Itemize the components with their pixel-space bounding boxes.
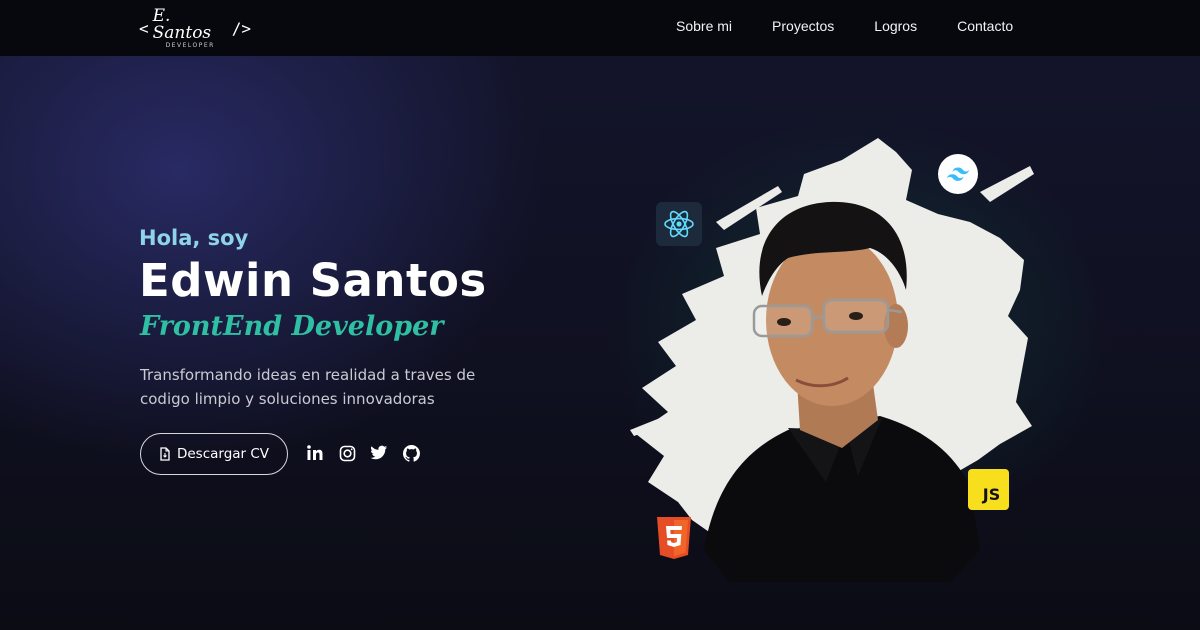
nav-link-contacto[interactable]: Contacto [957, 18, 1013, 34]
hero-greeting: Hola, soy [139, 226, 249, 250]
nav-link-proyectos[interactable]: Proyectos [772, 18, 834, 34]
download-cv-button[interactable]: Descargar CV [140, 433, 288, 475]
logo-subtitle: DEVELOPER [165, 41, 215, 49]
logo-name: E. Santos [152, 5, 212, 43]
twitter-icon[interactable] [370, 444, 388, 462]
react-icon [656, 202, 702, 246]
instagram-icon[interactable] [338, 444, 356, 462]
hero-role: FrontEnd Developer [140, 311, 444, 342]
brush-fragment [980, 166, 1034, 202]
social-links [306, 444, 420, 462]
linkedin-icon[interactable] [306, 444, 324, 462]
hero-description: Transformando ideas en realidad a traves… [140, 366, 476, 408]
nav-link-sobre-mi[interactable]: Sobre mi [676, 18, 732, 34]
js-label: JS [982, 485, 1001, 504]
logo-left-bracket: < [139, 18, 149, 38]
tailwind-icon [938, 154, 978, 194]
logo-right-bracket: /> [231, 18, 251, 38]
js-icon: JS [968, 469, 1009, 510]
site-header: < E. Santos DEVELOPER /> Sobre mi Proyec… [0, 0, 1200, 56]
hero-name: Edwin Santos [139, 254, 487, 307]
main-nav: Sobre mi Proyectos Logros Contacto [676, 18, 1013, 34]
github-icon[interactable] [402, 444, 420, 462]
logo-text: E. Santos DEVELOPER [152, 5, 228, 49]
document-icon [160, 447, 170, 461]
nav-link-logros[interactable]: Logros [874, 18, 917, 34]
download-cv-label: Descargar CV [176, 446, 270, 462]
html5-icon [655, 515, 693, 561]
site-logo[interactable]: < E. Santos DEVELOPER /> [139, 7, 251, 48]
